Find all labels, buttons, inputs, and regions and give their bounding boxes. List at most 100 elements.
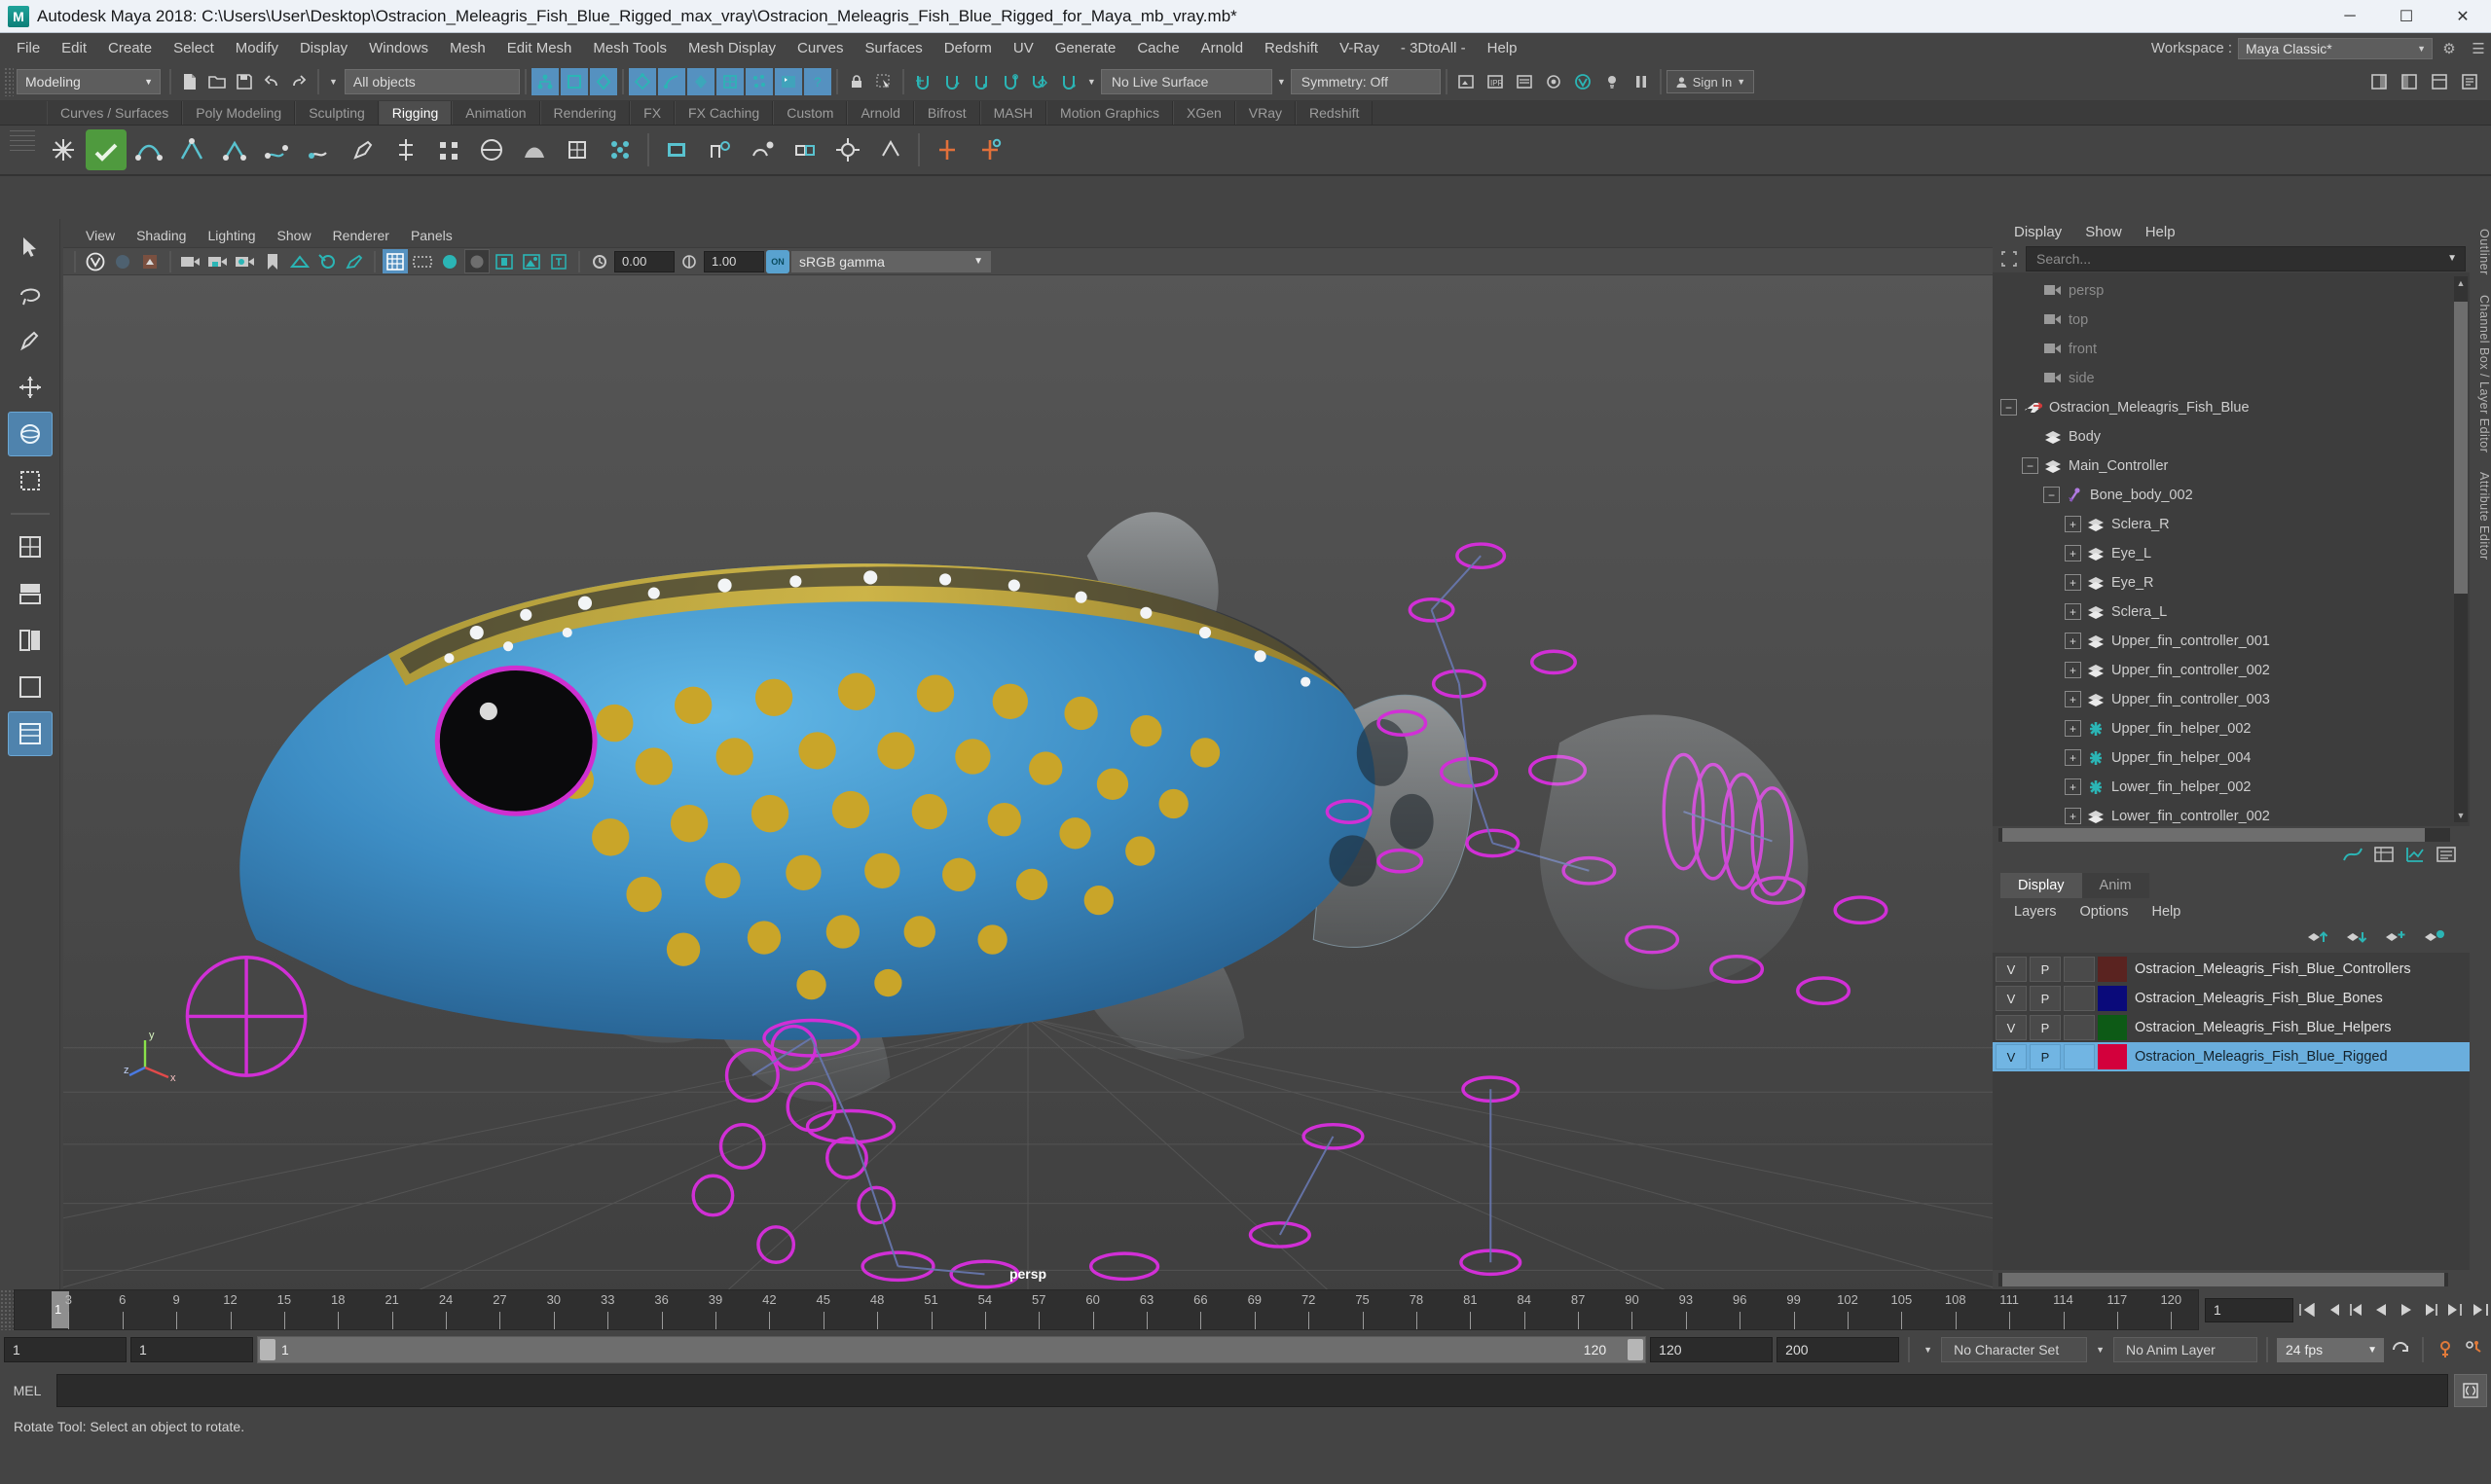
range-end-grip[interactable] xyxy=(1628,1339,1644,1360)
command-line-input[interactable] xyxy=(56,1374,2448,1407)
tree-expand-toggle[interactable]: + xyxy=(2065,516,2081,533)
lock-camera-icon[interactable] xyxy=(205,249,231,273)
uv-mask-icon[interactable] xyxy=(715,68,744,95)
menu-mesh-display[interactable]: Mesh Display xyxy=(678,33,787,63)
layer-menu-layers[interactable]: Layers xyxy=(2002,904,2069,920)
menu-3dtoall[interactable]: - 3DtoAll - xyxy=(1390,33,1477,63)
shelf-human-ik-icon[interactable] xyxy=(699,129,740,170)
tree-expand-toggle[interactable]: + xyxy=(2065,720,2081,738)
outliner-menu-help[interactable]: Help xyxy=(2134,224,2187,240)
tree-expand-toggle[interactable]: + xyxy=(2065,808,2081,825)
color-management-select[interactable]: sRGB gamma ▼ xyxy=(791,250,991,272)
layer-playback-toggle[interactable]: P xyxy=(2030,1015,2061,1040)
move-tool-button[interactable] xyxy=(8,365,53,410)
outliner-panel-label[interactable]: Outliner xyxy=(2470,219,2491,285)
help-search-icon[interactable]: ☰ xyxy=(2466,37,2491,60)
outliner-item[interactable]: + Lower_fin_controller_002 xyxy=(1993,802,2470,827)
layer-visibility-toggle[interactable]: V xyxy=(1996,986,2027,1011)
render-current-frame-icon[interactable] xyxy=(1452,68,1480,95)
shelf-tab-custom[interactable]: Custom xyxy=(773,101,848,125)
shelf-constraint-icon[interactable] xyxy=(785,129,825,170)
layer-playback-toggle[interactable]: P xyxy=(2030,1044,2061,1069)
layer-row[interactable]: V P Ostracion_Meleagris_Fish_Blue_Controll… xyxy=(1993,955,2470,984)
viewport-menu-shading[interactable]: Shading xyxy=(126,228,197,243)
menu-deform[interactable]: Deform xyxy=(934,33,1003,63)
light-editor-icon[interactable] xyxy=(1598,68,1626,95)
open-scene-icon[interactable] xyxy=(203,68,231,95)
tree-expand-toggle[interactable]: + xyxy=(2065,749,2081,767)
layer-color-swatch[interactable] xyxy=(2098,1044,2127,1069)
character-set-caret-icon[interactable]: ▼ xyxy=(1919,1345,1937,1355)
component-select-icon[interactable] xyxy=(589,68,617,95)
range-end-field[interactable]: 1 xyxy=(130,1337,253,1362)
outliner-item[interactable]: + Sclera_R xyxy=(1993,510,2470,539)
outliner-item[interactable]: − Main_Controller xyxy=(1993,452,2470,481)
viewport-menu-view[interactable]: View xyxy=(75,228,126,243)
select-tool-icon[interactable] xyxy=(870,68,897,95)
lasso-tool-button[interactable] xyxy=(8,271,53,316)
channel-box-icon[interactable] xyxy=(2374,846,2394,868)
menu-windows[interactable]: Windows xyxy=(358,33,439,63)
layer-row[interactable]: V P Ostracion_Meleagris_Fish_Blue_Bones xyxy=(1993,984,2470,1013)
outliner-hscroll-thumb[interactable] xyxy=(2002,828,2425,843)
tree-expand-toggle[interactable]: + xyxy=(2065,574,2081,592)
statusline-drag-handle[interactable] xyxy=(4,67,14,96)
new-layer-icon[interactable] xyxy=(2384,928,2407,951)
step-forward-frame-icon[interactable] xyxy=(2420,1297,2441,1322)
shelf-pose-icon[interactable] xyxy=(742,129,783,170)
layer-type-toggle[interactable] xyxy=(2064,1044,2095,1069)
single-view-layout-button[interactable] xyxy=(8,525,53,569)
vertex-mask-icon[interactable] xyxy=(628,68,656,95)
shelf-quick-rig-icon[interactable] xyxy=(656,129,697,170)
camera-attributes-icon[interactable] xyxy=(233,249,258,273)
outliner-item[interactable]: persp xyxy=(1993,276,2470,306)
face-mask-icon[interactable] xyxy=(686,68,714,95)
anim-layer-field[interactable]: No Anim Layer xyxy=(2113,1337,2257,1362)
shaded-sphere-icon[interactable] xyxy=(464,249,490,274)
minimize-button[interactable]: ─ xyxy=(2322,0,2378,33)
menu-create[interactable]: Create xyxy=(97,33,163,63)
snap-options-caret-icon[interactable]: ▼ xyxy=(1082,77,1101,87)
menu-cache[interactable]: Cache xyxy=(1126,33,1190,63)
menu-mesh-tools[interactable]: Mesh Tools xyxy=(582,33,678,63)
layer-color-swatch[interactable] xyxy=(2098,1015,2127,1040)
outliner-item[interactable]: side xyxy=(1993,364,2470,393)
play-backwards-icon[interactable] xyxy=(2370,1297,2392,1322)
outliner-scroll-thumb[interactable] xyxy=(2454,301,2468,594)
layer-color-swatch[interactable] xyxy=(2098,957,2127,982)
vray-ipr-icon[interactable] xyxy=(110,249,135,273)
outliner-item[interactable]: + Eye_R xyxy=(1993,568,2470,597)
range-slider[interactable]: 1 120 xyxy=(257,1336,1647,1363)
outliner-item[interactable]: + Eye_L xyxy=(1993,539,2470,568)
two-view-layout-button[interactable] xyxy=(8,618,53,663)
symmetry-field[interactable]: Symmetry: Off xyxy=(1290,69,1441,94)
outliner-item[interactable]: + Upper_fin_helper_004 xyxy=(1993,743,2470,773)
script-editor-icon[interactable] xyxy=(2454,1374,2487,1407)
redo-icon[interactable] xyxy=(285,68,312,95)
layer-visibility-toggle[interactable]: V xyxy=(1996,1044,2027,1069)
outliner-item[interactable]: front xyxy=(1993,335,2470,364)
lighting-icon[interactable] xyxy=(519,249,544,273)
hierarchy-select-icon[interactable] xyxy=(531,68,559,95)
timeline-drag-handle[interactable] xyxy=(0,1289,14,1330)
toggle-attribute-editor-icon[interactable] xyxy=(2365,68,2393,95)
persp-viewport[interactable]: persp y x z xyxy=(63,275,1993,1289)
shelf-node-editor-icon[interactable] xyxy=(827,129,868,170)
shelf-tab-fx[interactable]: FX xyxy=(630,101,676,125)
object-select-icon[interactable] xyxy=(560,68,588,95)
toggle-tool-settings-icon[interactable] xyxy=(2396,68,2423,95)
menu-select[interactable]: Select xyxy=(163,33,225,63)
color-management-toggle[interactable]: ON xyxy=(766,249,789,273)
snap-to-point-icon[interactable] xyxy=(968,68,995,95)
toggle-outliner-icon[interactable] xyxy=(2456,68,2483,95)
new-layer-from-selected-icon[interactable] xyxy=(2423,928,2446,951)
paint-effects-icon[interactable] xyxy=(342,249,367,273)
shelf-tab-curves-surfaces[interactable]: Curves / Surfaces xyxy=(47,101,183,125)
shelf-orange-move-icon[interactable] xyxy=(970,129,1010,170)
wireframe-on-shaded-icon[interactable] xyxy=(383,249,408,274)
gamma-field[interactable]: 1.00 xyxy=(704,250,764,272)
channel-box-layer-editor-label[interactable]: Channel Box / Layer Editor xyxy=(2470,285,2491,462)
shelf-tab-redshift[interactable]: Redshift xyxy=(1296,101,1374,125)
image-plane-icon[interactable] xyxy=(287,249,312,273)
outliner-item[interactable]: + Lower_fin_helper_002 xyxy=(1993,773,2470,802)
